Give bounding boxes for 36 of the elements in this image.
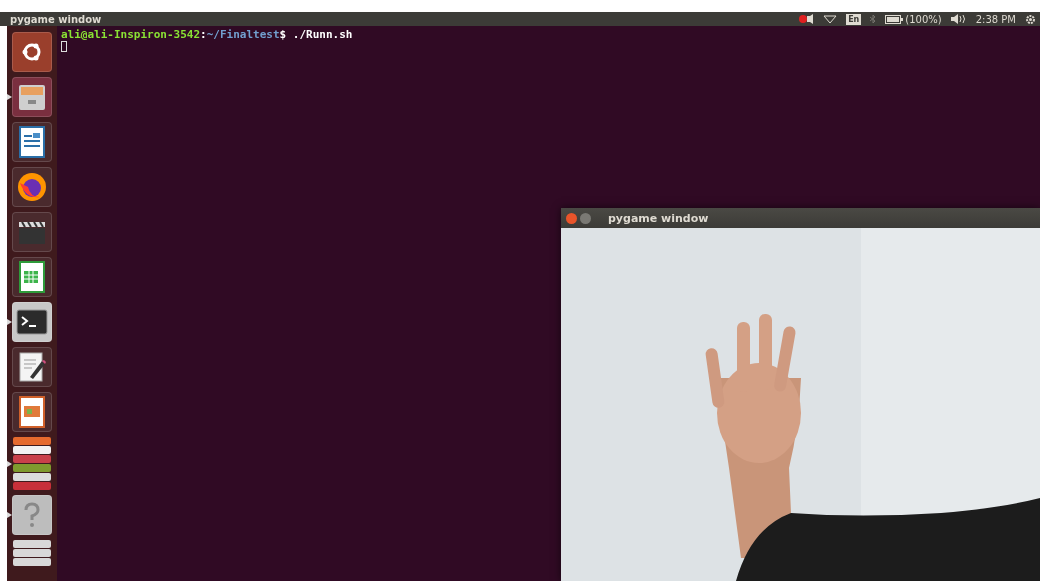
- stacked-launcher-icons[interactable]: [13, 437, 51, 490]
- wifi-icon[interactable]: [823, 14, 838, 24]
- presentation-icon: [19, 396, 45, 428]
- launcher-item[interactable]: [12, 347, 52, 387]
- browser-globe-icon: [16, 171, 48, 203]
- document-icon: [19, 126, 45, 158]
- launcher-item[interactable]: [12, 122, 52, 162]
- stacked-launcher-icons[interactable]: [13, 540, 51, 566]
- settings-gear-icon[interactable]: [1025, 13, 1036, 25]
- close-button[interactable]: [566, 212, 577, 224]
- ubuntu-logo-icon: [21, 41, 43, 63]
- keyboard-language-indicator[interactable]: En: [846, 13, 862, 25]
- launcher-item[interactable]: [12, 212, 52, 252]
- panel-window-title: pygame window: [10, 13, 103, 25]
- launcher-item[interactable]: [12, 167, 52, 207]
- launcher-item[interactable]: [12, 392, 52, 432]
- question-mark-icon: [23, 502, 41, 528]
- minimize-button[interactable]: [580, 212, 591, 224]
- speaker-volume-icon[interactable]: [950, 14, 967, 24]
- launcher-item[interactable]: [12, 32, 52, 72]
- bluetooth-icon[interactable]: [870, 14, 877, 24]
- terminal-prompt-line: ali@ali-Inspiron-3542:~/Finaltest$ ./Runn.sh: [61, 28, 354, 41]
- camera-record-icon[interactable]: [798, 14, 815, 24]
- running-indicator-icon: [7, 460, 12, 467]
- terminal-icon: [16, 309, 48, 335]
- clock[interactable]: 2:38 PM: [975, 13, 1016, 25]
- launcher-item[interactable]: [12, 302, 52, 342]
- file-cabinet-icon: [17, 82, 47, 112]
- text-cursor: [61, 41, 67, 52]
- text-editor-icon: [18, 351, 46, 383]
- window-title: pygame window: [608, 211, 709, 225]
- battery-percentage: (100%): [905, 13, 942, 25]
- spreadsheet-icon: [19, 261, 45, 293]
- battery-icon[interactable]: [885, 14, 904, 24]
- launcher-item[interactable]: [12, 257, 52, 297]
- launcher-item[interactable]: [12, 77, 52, 117]
